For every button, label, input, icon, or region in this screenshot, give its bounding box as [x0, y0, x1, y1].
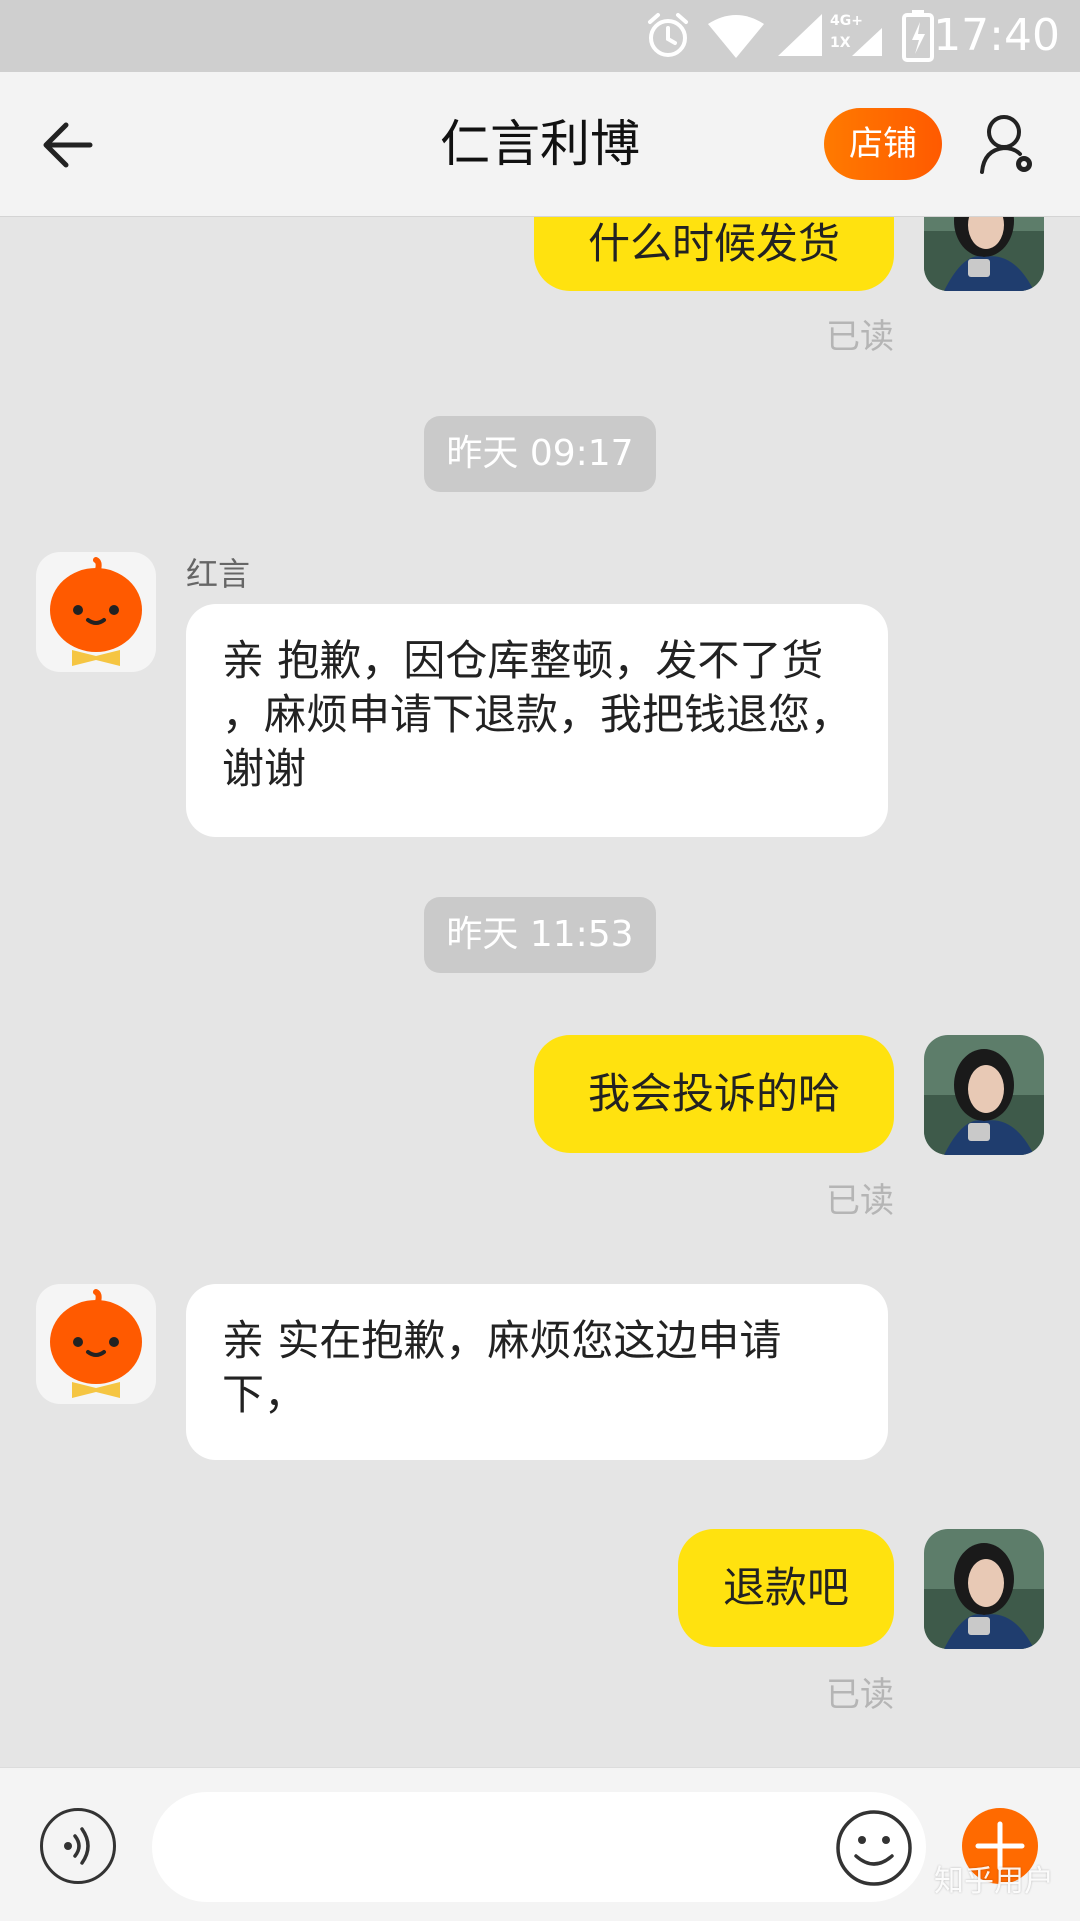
read-status: 已读	[826, 1675, 894, 1715]
message-text: 我会投诉的哈	[587, 1069, 840, 1118]
message-text: 亲 实在抱歉，麻烦您这边申请下，	[222, 1316, 782, 1419]
message-text: 什么时候发货	[587, 219, 840, 268]
read-status: 已读	[826, 1181, 894, 1221]
wifi-icon	[708, 15, 764, 58]
shop-mascot-icon	[50, 1289, 142, 1398]
signal-icon-2	[852, 28, 882, 56]
message-bubble-other[interactable]: 亲 抱歉，因仓库整顿，发不了货 ，麻烦申请下退款，我把钱退您，谢谢	[186, 604, 888, 837]
watermark: 知乎用户	[934, 1864, 1054, 1899]
input-bar	[0, 1767, 1080, 1921]
status-time: 17:40	[933, 10, 1060, 61]
chat-header: 仁言利博 店铺	[0, 72, 1080, 217]
avatar[interactable]	[924, 1035, 1044, 1155]
message-bubble-me[interactable]: 我会投诉的哈	[534, 1035, 894, 1153]
timestamp: 昨天 11:53	[424, 897, 656, 973]
status-bar: 4G+ 1X 17:40	[0, 0, 1080, 72]
battery-icon	[902, 10, 934, 62]
voice-button[interactable]	[40, 1808, 116, 1884]
user-photo-icon	[924, 1035, 1044, 1155]
message-bubble-other[interactable]: 亲 实在抱歉，麻烦您这边申请下，	[186, 1284, 888, 1460]
message-text: 退款吧	[722, 1563, 849, 1612]
user-settings-icon[interactable]	[978, 112, 1038, 176]
avatar[interactable]	[924, 217, 1044, 291]
sender-name: 红言	[186, 555, 251, 593]
signal-icon	[778, 14, 822, 56]
emoji-icon[interactable]	[834, 1808, 914, 1888]
user-photo-icon	[924, 217, 1044, 291]
message-input[interactable]	[152, 1792, 926, 1902]
store-button[interactable]: 店铺	[824, 108, 942, 180]
chat-area[interactable]: 什么时候发货 已读 昨天 09:17 红言 亲 抱歉，因仓库整顿，发不了货 ，麻…	[0, 217, 1080, 1767]
message-bubble-me[interactable]: 什么时候发货	[534, 217, 894, 291]
avatar[interactable]	[36, 552, 156, 672]
timestamp: 昨天 09:17	[424, 416, 656, 492]
avatar[interactable]	[924, 1529, 1044, 1649]
message-bubble-me[interactable]: 退款吧	[678, 1529, 894, 1647]
alarm-icon	[648, 13, 688, 57]
user-photo-icon	[924, 1529, 1044, 1649]
shop-mascot-icon	[50, 557, 142, 666]
voice-icon	[64, 1827, 90, 1865]
read-status: 已读	[826, 317, 894, 357]
message-text: 亲 抱歉，因仓库整顿，发不了货 ，麻烦申请下退款，我把钱退您，谢谢	[222, 636, 853, 793]
avatar[interactable]	[36, 1284, 156, 1404]
